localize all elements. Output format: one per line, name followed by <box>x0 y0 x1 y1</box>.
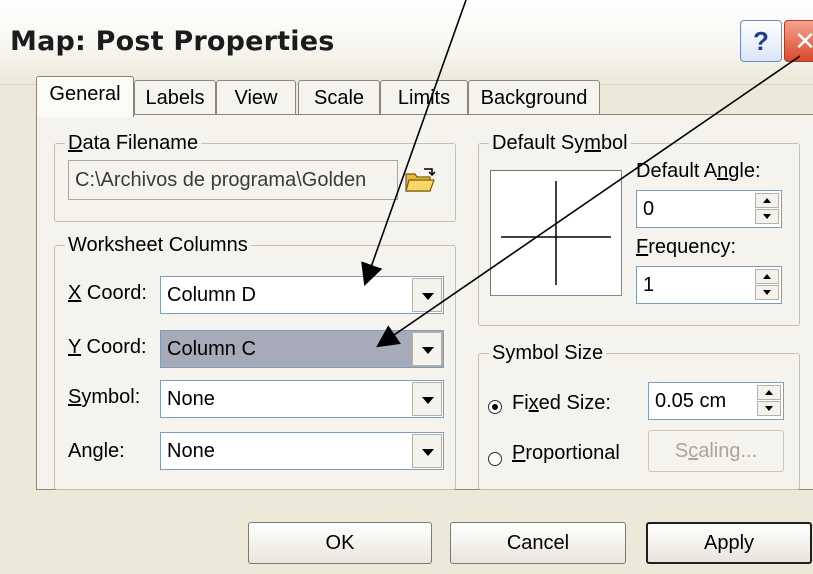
default-angle-label: Default Angle: <box>636 160 761 182</box>
y-coord-select[interactable]: Column C <box>160 330 444 368</box>
frequency-value: 1 <box>643 274 655 296</box>
worksheet-columns-legend: Worksheet Columns <box>68 234 248 256</box>
apply-button[interactable]: Apply <box>646 522 812 564</box>
angle-select[interactable]: None <box>160 432 444 470</box>
window-title: Map: Post Properties <box>10 26 335 57</box>
data-filename-field[interactable]: C:\Archivos de programa\Golden <box>68 160 398 200</box>
scaling-button[interactable]: Scaling... <box>648 430 784 472</box>
ok-button[interactable]: OK <box>248 522 432 564</box>
folder-open-icon[interactable] <box>404 166 436 194</box>
angle-spin-down-icon[interactable] <box>755 209 779 224</box>
x-coord-label: X Coord: <box>68 282 147 304</box>
title-bar[interactable]: Map: Post Properties ? ✕ <box>0 0 813 85</box>
default-angle-value: 0 <box>643 198 655 220</box>
close-button[interactable]: ✕ <box>784 20 813 62</box>
x-coord-value: Column D <box>167 284 256 306</box>
close-icon: ✕ <box>794 25 813 56</box>
angle-value: None <box>167 440 215 462</box>
proportional-label[interactable]: Proportional <box>512 442 620 465</box>
post-properties-dialog: Map: Post Properties ? ✕ General Labels … <box>0 0 813 574</box>
frequency-spin-down-icon[interactable] <box>755 285 779 300</box>
size-spin-down-icon[interactable] <box>757 401 781 416</box>
help-icon: ? <box>753 25 769 56</box>
help-button[interactable]: ? <box>740 20 782 62</box>
size-spin-up-icon[interactable] <box>757 385 781 400</box>
frequency-spin-up-icon[interactable] <box>755 269 779 284</box>
frequency-label: Frequency: <box>636 236 737 258</box>
fixed-size-spinner[interactable]: 0.05 cm <box>648 382 784 420</box>
y-coord-label: Y Coord: <box>68 336 147 358</box>
frequency-spinner[interactable]: 1 <box>636 266 782 304</box>
default-angle-spinner[interactable]: 0 <box>636 190 782 228</box>
tab-limits[interactable]: Limits <box>380 80 468 115</box>
symbol-size-legend: Symbol Size <box>492 342 604 364</box>
y-coord-dropdown-arrow-icon[interactable] <box>412 332 442 366</box>
angle-spin-up-icon[interactable] <box>755 193 779 208</box>
angle-label: Angle: <box>68 440 125 462</box>
fixed-size-value: 0.05 cm <box>655 390 727 412</box>
symbol-preview[interactable] <box>490 170 622 296</box>
default-symbol-legend: Default Symbol <box>492 132 628 154</box>
tab-view[interactable]: View <box>216 80 296 115</box>
symbol-select[interactable]: None <box>160 380 444 418</box>
x-coord-select[interactable]: Column D <box>160 276 444 314</box>
angle-dropdown-arrow-icon[interactable] <box>412 434 442 468</box>
symbol-label: Symbol: <box>68 386 141 408</box>
data-filename-legend: Data Filename <box>68 132 199 154</box>
x-coord-dropdown-arrow-icon[interactable] <box>412 278 442 312</box>
symbol-value: None <box>167 388 215 410</box>
tab-labels[interactable]: Labels <box>134 80 216 115</box>
tab-scale[interactable]: Scale <box>298 80 380 115</box>
y-coord-value: Column C <box>167 338 256 360</box>
cancel-button[interactable]: Cancel <box>450 522 626 564</box>
fixed-size-radio[interactable] <box>488 400 502 414</box>
tab-background[interactable]: Background <box>468 80 600 115</box>
proportional-radio[interactable] <box>488 452 502 466</box>
tab-general[interactable]: General <box>36 76 134 117</box>
symbol-dropdown-arrow-icon[interactable] <box>412 382 442 416</box>
fixed-size-label[interactable]: Fixed Size: <box>512 392 611 415</box>
